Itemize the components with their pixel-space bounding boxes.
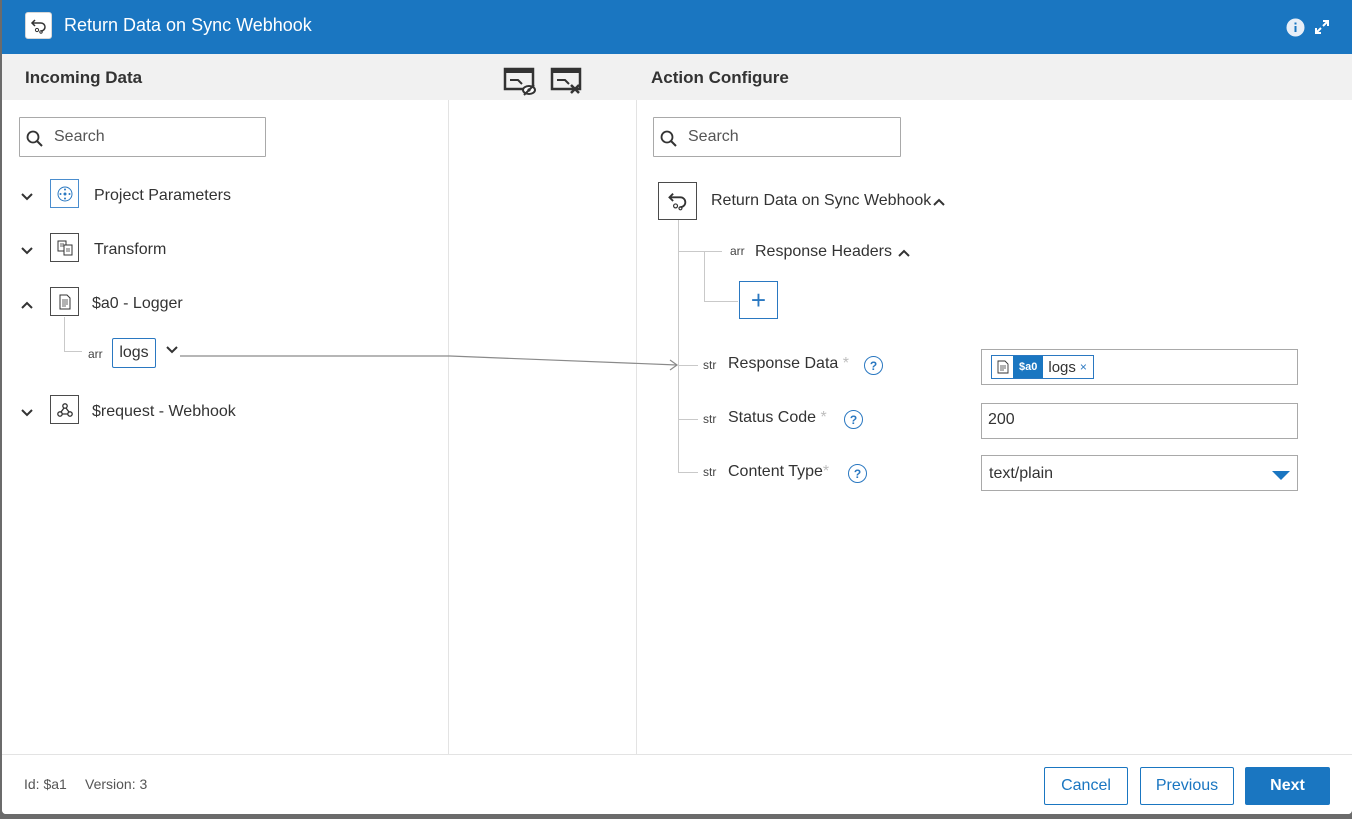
tree-node-logger[interactable]: $a0 - Logger: [92, 295, 183, 313]
type-tag: str: [703, 358, 717, 372]
component-id: Id: $a1: [24, 776, 67, 792]
dialog-title: Return Data on Sync Webhook: [64, 15, 312, 35]
project-parameters-icon: [50, 179, 79, 208]
type-tag: arr: [730, 244, 745, 258]
tree-connector: [678, 419, 698, 420]
tree-connector: [678, 472, 698, 473]
transform-icon: [50, 233, 79, 262]
right-divider: [636, 100, 637, 754]
chip-remove-icon[interactable]: ×: [1080, 360, 1093, 374]
tree-connector: [64, 317, 65, 351]
action-search: [653, 117, 901, 157]
tree-item-logs[interactable]: logs: [112, 338, 156, 368]
incoming-search-input[interactable]: [54, 127, 244, 147]
status-code-field[interactable]: 200: [981, 403, 1298, 439]
incoming-data-title: Incoming Data: [25, 68, 143, 87]
chevron-down-icon[interactable]: [19, 405, 35, 421]
tree-connector: [678, 251, 722, 252]
caret-down-icon[interactable]: [1271, 469, 1291, 481]
tree-connector: [678, 220, 679, 472]
chevron-up-icon[interactable]: [19, 297, 35, 313]
type-tag: str: [703, 465, 717, 479]
required-marker: *: [820, 409, 827, 426]
required-marker: *: [822, 463, 830, 480]
return-webhook-icon: [25, 12, 52, 39]
search-icon: [660, 130, 677, 147]
content-type-value: text/plain: [989, 465, 1054, 482]
dialog: Return Data on Sync Webhook Incoming Dat…: [2, 0, 1352, 814]
response-data-label: Response Data *: [728, 355, 849, 373]
clear-mappings-icon[interactable]: [550, 67, 584, 97]
help-icon[interactable]: ?: [848, 464, 867, 483]
chevron-down-icon[interactable]: [164, 342, 180, 358]
expand-icon[interactable]: [1312, 17, 1332, 37]
mapping-connector-line: [180, 355, 679, 371]
type-tag: arr: [88, 347, 103, 361]
field-label: Response Data: [728, 355, 839, 372]
chevron-down-icon[interactable]: [19, 243, 35, 259]
help-icon[interactable]: ?: [844, 410, 863, 429]
tree-node-transform[interactable]: Transform: [94, 241, 166, 259]
left-divider: [448, 100, 449, 754]
tree-connector: [704, 301, 738, 302]
required-marker: *: [842, 355, 849, 372]
info-icon[interactable]: [1285, 17, 1305, 37]
tree-node-project-parameters[interactable]: Project Parameters: [94, 187, 231, 205]
content-type-label: Content Type*: [728, 463, 829, 481]
help-icon[interactable]: ?: [864, 356, 883, 375]
chevron-up-icon[interactable]: [896, 245, 912, 261]
field-label: Status Code: [728, 409, 817, 426]
tree-connector: [704, 252, 705, 302]
action-root-label: Return Data on Sync Webhook: [711, 192, 932, 209]
type-tag: str: [703, 412, 717, 426]
content-type-select[interactable]: text/plain: [981, 455, 1298, 491]
cancel-button[interactable]: Cancel: [1044, 767, 1128, 805]
return-webhook-icon: [658, 182, 697, 220]
logger-icon: [50, 287, 79, 316]
incoming-search: [19, 117, 266, 157]
previous-button[interactable]: Previous: [1140, 767, 1234, 805]
mapped-value-chip: $a0 logs ×: [991, 355, 1094, 379]
status-code-value: 200: [988, 411, 1015, 428]
logger-icon: [992, 356, 1013, 378]
tree-node-webhook[interactable]: $request - Webhook: [92, 403, 236, 421]
status-code-label: Status Code *: [728, 409, 827, 427]
chevron-down-icon[interactable]: [19, 189, 35, 205]
field-label: Content Type: [728, 463, 823, 480]
dialog-header: Return Data on Sync Webhook: [2, 0, 1352, 54]
response-headers-label: Response Headers: [755, 243, 892, 260]
action-configure-title: Action Configure: [651, 68, 789, 87]
chip-variable: $a0: [1013, 356, 1044, 378]
action-search-input[interactable]: [688, 127, 878, 147]
tree-connector: [64, 351, 82, 352]
component-version: Version: 3: [85, 776, 148, 792]
hide-unmapped-icon[interactable]: [503, 67, 537, 97]
webhook-icon: [50, 395, 79, 424]
tree-connector: [678, 365, 698, 366]
add-header-button[interactable]: +: [739, 281, 778, 319]
response-data-field[interactable]: $a0 logs ×: [981, 349, 1298, 385]
search-icon: [26, 130, 43, 147]
chevron-up-icon[interactable]: [931, 194, 947, 210]
next-button[interactable]: Next: [1245, 767, 1330, 805]
chip-name: logs: [1048, 358, 1076, 376]
